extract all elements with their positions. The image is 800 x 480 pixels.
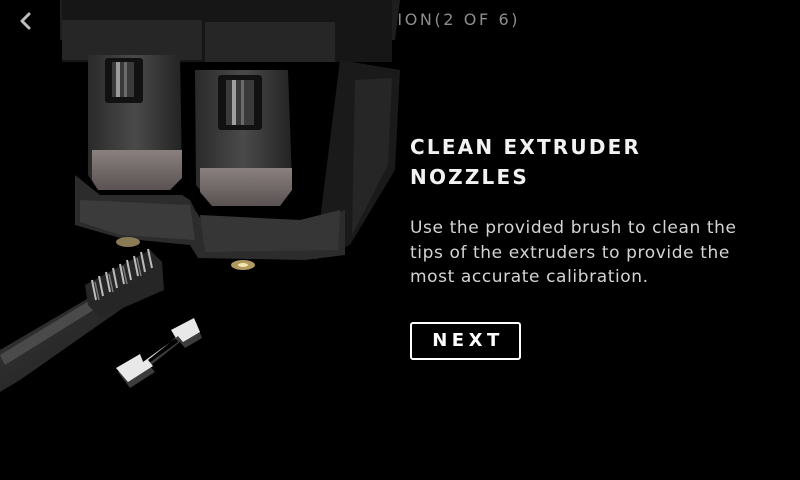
step-description: Use the provided brush to clean the tips… bbox=[410, 218, 737, 287]
brush-head bbox=[85, 250, 164, 318]
step-headline: CLEAN EXTRUDER NOZZLES bbox=[410, 135, 642, 189]
extruder-cleaning-illustration bbox=[0, 0, 400, 392]
calibration-screen: CALIBRATION(2 OF 6) CLEAN EXTRUDER NOZZL… bbox=[0, 0, 800, 480]
double-arrow-icon bbox=[116, 318, 202, 388]
step-content: CLEAN EXTRUDER NOZZLES Use the provided … bbox=[410, 132, 770, 360]
next-button[interactable]: NEXT bbox=[410, 321, 521, 360]
left-nozzle bbox=[116, 237, 140, 247]
